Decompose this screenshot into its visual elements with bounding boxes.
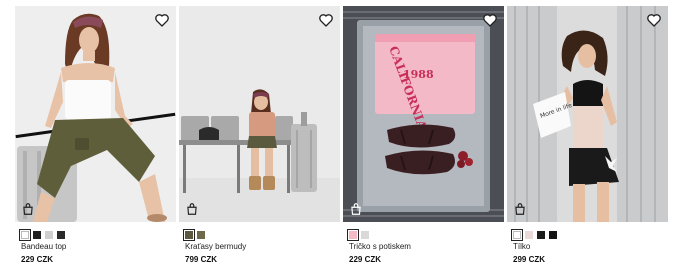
product-name[interactable]: Tílko [513,242,530,251]
product-name[interactable]: Bandeau top [21,242,66,251]
shopping-bag-icon[interactable] [21,202,35,216]
color-swatch[interactable] [511,229,523,241]
shopping-bag-icon[interactable] [185,202,199,216]
heart-icon[interactable] [154,12,170,28]
product-price: 799 CZK [185,255,218,264]
product-image[interactable] [15,6,176,222]
product-card[interactable]: CALIFORNIA 1988 Tričko s potiskem 229 CZ… [343,6,504,268]
heart-icon[interactable] [318,12,334,28]
product-price: 229 CZK [349,255,382,264]
color-swatch[interactable] [549,231,557,239]
color-swatch[interactable] [183,229,195,241]
color-swatch[interactable] [197,231,205,239]
product-card[interactable]: Bandeau top 229 CZK [15,6,176,268]
color-swatch[interactable] [347,229,359,241]
color-swatches [347,229,369,241]
color-swatch[interactable] [57,231,65,239]
color-swatch[interactable] [361,231,369,239]
heart-icon[interactable] [482,12,498,28]
shopping-bag-icon[interactable] [513,202,527,216]
product-price: 299 CZK [513,255,546,264]
product-grid: Bandeau top 229 CZK Kraťasy bermudy 799 … [0,0,681,270]
color-swatch[interactable] [33,231,41,239]
color-swatch[interactable] [525,231,533,239]
shopping-bag-icon[interactable] [349,202,363,216]
color-swatch[interactable] [19,229,31,241]
product-price: 229 CZK [21,255,54,264]
tshirt-print-line2: 1988 [403,68,434,81]
product-image[interactable]: CALIFORNIA 1988 [343,6,504,222]
color-swatch[interactable] [45,231,53,239]
product-card[interactable]: More in life Tílko 299 CZK [507,6,668,268]
color-swatches [511,229,557,241]
color-swatches [183,229,205,241]
product-name[interactable]: Tričko s potiskem [349,242,411,251]
product-name[interactable]: Kraťasy bermudy [185,242,246,251]
product-card[interactable]: Kraťasy bermudy 799 CZK [179,6,340,268]
color-swatches [19,229,65,241]
color-swatch[interactable] [537,231,545,239]
product-image[interactable]: More in life [507,6,668,222]
product-image[interactable] [179,6,340,222]
heart-icon[interactable] [646,12,662,28]
